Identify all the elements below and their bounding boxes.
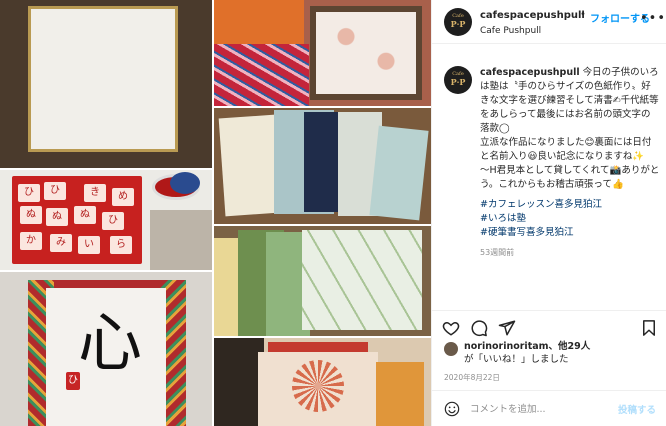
name-seal: ひ — [66, 372, 80, 390]
location-link[interactable]: Cafe Pushpull — [480, 26, 541, 36]
chiyogami-paper — [214, 44, 309, 106]
username-link[interactable]: cafespacepushpull — [480, 10, 585, 21]
heart-icon[interactable] — [442, 319, 460, 337]
photo-bamboo-papers — [214, 226, 431, 336]
caption-time[interactable]: 53週間前 — [480, 246, 660, 260]
stamp-cube: ぬ — [46, 208, 68, 226]
stamp-cube: ら — [110, 236, 132, 254]
patterned-shikishi — [310, 6, 422, 100]
comment-input[interactable] — [470, 400, 610, 418]
comment-bar: 投稿する — [432, 390, 666, 426]
bamboo-pattern-paper — [302, 230, 422, 330]
photo-stamp-box: ひ ひ き め ぬ ぬ ぬ ひ か み い ら — [0, 170, 212, 270]
hashtag-list: #カフェレッスン喜多見狛江 #いろは塾 #硬筆書写喜多見狛江 — [480, 198, 660, 240]
caption-username[interactable]: cafespacepushpull — [480, 67, 580, 78]
shikishi-board — [28, 6, 178, 152]
calligraphy-kanji: 心 — [78, 307, 142, 381]
stamp-cube: ぬ — [20, 206, 42, 224]
red-stamp-tray: ひ ひ き め ぬ ぬ ぬ ひ か み い ら — [12, 176, 142, 264]
bookmark-icon[interactable] — [640, 319, 658, 337]
action-bar — [432, 310, 666, 344]
hashtag-link[interactable]: #いろは塾 — [480, 212, 660, 226]
separator-dot: • — [580, 9, 586, 20]
photo-colored-sheets — [214, 108, 431, 224]
caption-text: 立派な作品になりました😊裏面には日付と名前入り😃良い記念になりますね✨ — [480, 137, 652, 162]
stamp-cube: ひ — [102, 212, 124, 230]
stamp-cube: ひ — [18, 184, 40, 202]
liker-username[interactable]: norinorinoritam — [464, 341, 549, 352]
photo-chrysanthemum-papers — [214, 338, 431, 426]
caption-text: 〜H君見本として貸してくれて📸ありがとう。これからもお稽古頑張って👍 — [480, 165, 660, 190]
post-comment-button[interactable]: 投稿する — [618, 402, 656, 416]
stamp-cube: き — [84, 184, 106, 202]
avatar[interactable]: Cafe P·P — [444, 8, 472, 36]
table-surface — [150, 210, 212, 270]
post-header: Cafe P·P cafespacepushpull • フォローする Cafe… — [432, 0, 666, 44]
photo-blank-shikishi — [0, 0, 212, 168]
photo-finished-work: 心 ひ — [0, 272, 212, 426]
post-date[interactable]: 2020年8月22日 — [444, 372, 500, 383]
emoji-icon[interactable] — [444, 401, 460, 417]
photo-collage[interactable]: ひ ひ き め ぬ ぬ ぬ ひ か み い ら 心 ひ — [0, 0, 431, 426]
stamp-cube: ぬ — [74, 206, 96, 224]
stamp-cube: み — [50, 234, 72, 252]
stamp-cube: か — [20, 232, 42, 250]
hashtag-link[interactable]: #硬筆書写喜多見狛江 — [480, 226, 660, 240]
likes-count[interactable]: 、他29人 — [549, 341, 591, 352]
post-caption: cafespacepushpull 今日の子供のいろは塾は〝手のひらサイズの色紙… — [480, 66, 660, 260]
likes-label: が「いいね！」しました — [464, 354, 569, 365]
liker-avatar[interactable] — [444, 342, 458, 356]
stamp-cube: め — [112, 188, 134, 206]
ink-tin-lid — [170, 172, 200, 194]
more-icon[interactable]: ••• — [640, 11, 666, 26]
likes-summary: norinorinoritam、他29人 が「いいね！」しました — [444, 340, 664, 368]
stamp-cube: ひ — [44, 182, 66, 200]
photo-patterned-papers — [214, 0, 431, 106]
chrysanthemum-pattern-paper — [258, 352, 378, 426]
post-panel: Cafe P·P cafespacepushpull • フォローする Cafe… — [431, 0, 666, 426]
hashtag-link[interactable]: #カフェレッスン喜多見狛江 — [480, 198, 660, 212]
comment-icon[interactable] — [470, 319, 488, 337]
share-icon[interactable] — [498, 319, 516, 337]
stamp-cube: い — [78, 236, 100, 254]
caption-avatar[interactable]: Cafe P·P — [444, 66, 472, 94]
